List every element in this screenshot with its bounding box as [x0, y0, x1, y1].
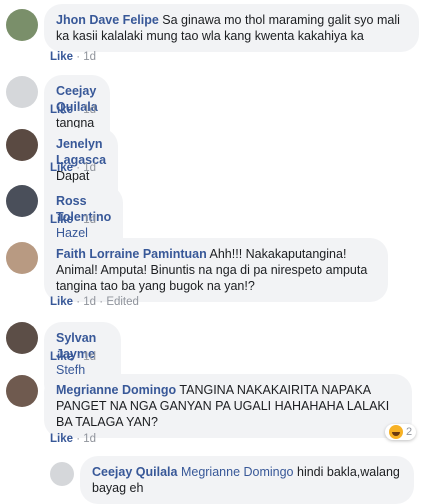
reaction-count[interactable]: 2 [385, 424, 417, 440]
comment-meta: Like · 1d [50, 162, 96, 174]
avatar[interactable] [6, 242, 38, 274]
comment-meta: Like · 1d [50, 51, 96, 63]
like-link[interactable]: Like [50, 104, 73, 116]
like-link[interactable]: Like [50, 433, 73, 445]
avatar[interactable] [6, 9, 38, 41]
comment-meta: Like · 1d [50, 214, 96, 226]
commenter-name[interactable]: Faith Lorraine Pamintuan [56, 247, 207, 261]
comment-bubble: Faith Lorraine Pamintuan Ahh!!! Nakakapu… [44, 238, 388, 302]
like-link[interactable]: Like [50, 351, 73, 363]
comment-meta: Like · 1d [50, 351, 96, 363]
comment-meta: Like · 1d [50, 433, 96, 445]
avatar[interactable] [6, 322, 38, 354]
comment-bubble: Jhon Dave Felipe Sa ginawa mo thol maram… [44, 4, 419, 52]
commenter-name[interactable]: Ceejay Quilala [92, 465, 177, 479]
like-link[interactable]: Like [50, 296, 73, 308]
reaction-number: 2 [406, 426, 413, 438]
like-link[interactable]: Like [50, 214, 73, 226]
timestamp[interactable]: 1d [83, 351, 96, 363]
avatar[interactable] [50, 462, 74, 486]
timestamp[interactable]: 1d [83, 51, 96, 63]
separator: · [76, 296, 81, 308]
timestamp[interactable]: 1d [83, 433, 96, 445]
separator: · [76, 214, 81, 226]
avatar[interactable] [6, 76, 38, 108]
like-link[interactable]: Like [50, 162, 73, 174]
separator: · [76, 162, 81, 174]
comment-bubble: Megrianne Domingo TANGINA NAKAKAIRITA NA… [44, 374, 412, 438]
timestamp[interactable]: 1d [83, 162, 96, 174]
commenter-name[interactable]: Jhon Dave Felipe [56, 13, 159, 27]
separator: · [76, 104, 81, 116]
separator: · [76, 51, 81, 63]
avatar[interactable] [6, 185, 38, 217]
separator: · [76, 351, 81, 363]
timestamp[interactable]: 1d [83, 214, 96, 226]
avatar[interactable] [6, 375, 38, 407]
timestamp[interactable]: 1d [83, 296, 96, 308]
edited-label[interactable]: Edited [106, 296, 139, 308]
commenter-name[interactable]: Megrianne Domingo [56, 383, 176, 397]
mention-link[interactable]: Megrianne Domingo [181, 465, 294, 479]
comment-meta: Like · 1d · Edited [50, 296, 139, 308]
comment-meta: Like · 1d [50, 104, 96, 116]
like-link[interactable]: Like [50, 51, 73, 63]
haha-reaction-icon [389, 425, 403, 439]
timestamp[interactable]: 1d [83, 104, 96, 116]
separator: · [99, 296, 104, 308]
separator: · [76, 433, 81, 445]
avatar[interactable] [6, 129, 38, 161]
reply-bubble: Ceejay Quilala Megrianne Domingo hindi b… [80, 456, 414, 504]
